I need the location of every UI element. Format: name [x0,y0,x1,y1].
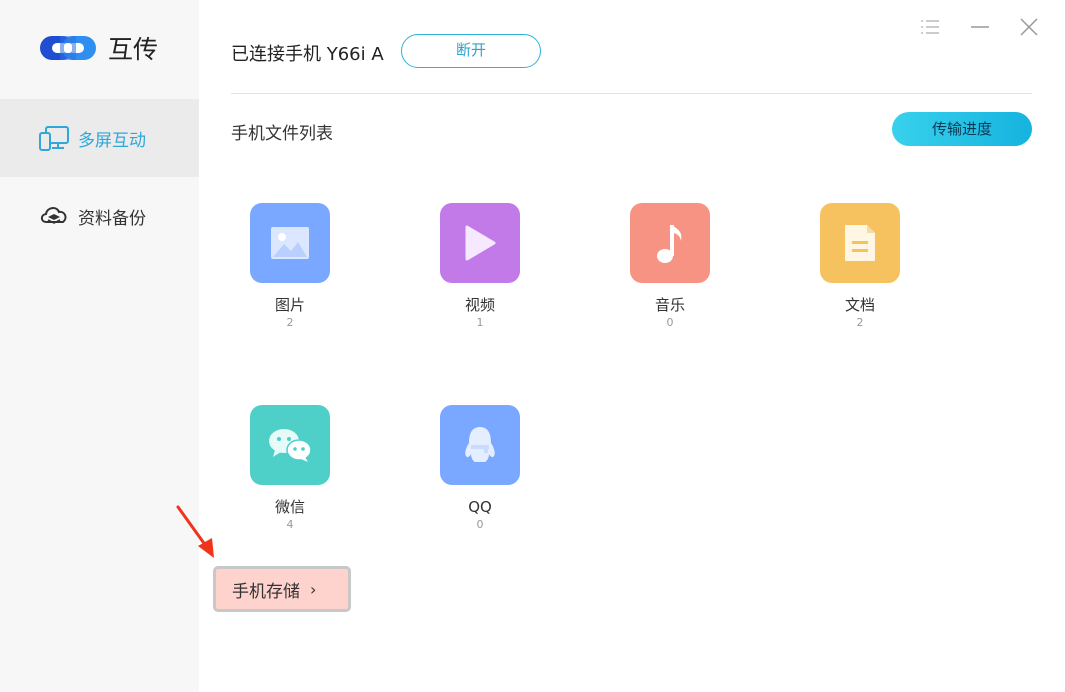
transfer-progress-button[interactable]: 传输进度 [892,112,1032,146]
app-window: 互传 多屏互动 资料备份 已连接手机 Y66i A 断开 手机文件列表 传输进度… [0,0,1065,692]
section-title: 手机文件列表 [231,124,333,144]
category-count: 0 [476,518,484,531]
category-count: 2 [286,316,294,329]
category-label: 图片 [274,296,305,314]
menu-icon[interactable] [917,14,943,40]
app-logo: 互传 [38,30,158,66]
sidebar-item-backup[interactable]: 资料备份 [0,177,199,255]
category-tile-images[interactable]: 图片 2 [230,203,350,329]
category-count: 0 [666,316,674,329]
wechat-icon [250,405,330,485]
category-count: 1 [476,316,484,329]
connection-status: 已连接手机 Y66i A [231,44,384,65]
sidebar-item-multiscreen[interactable]: 多屏互动 [0,99,199,177]
close-icon[interactable] [1016,14,1042,40]
category-tile-music[interactable]: 音乐 0 [610,203,730,329]
music-note-icon [630,203,710,283]
app-title: 互传 [108,35,159,64]
play-icon [440,203,520,283]
chevron-right-icon: › [310,579,317,599]
disconnect-button[interactable]: 断开 [401,34,541,68]
category-tile-videos[interactable]: 视频 1 [420,203,540,329]
category-tile-qq[interactable]: QQ 0 [420,405,540,531]
category-label: 文档 [844,296,875,314]
category-tile-wechat[interactable]: 微信 4 [230,405,350,531]
category-tile-documents[interactable]: 文档 2 [800,203,920,329]
category-count: 2 [856,316,864,329]
qq-penguin-icon [440,405,520,485]
category-label: QQ [468,498,492,516]
header-divider [231,93,1032,94]
sidebar-item-label: 资料备份 [78,208,146,229]
sidebar: 互传 多屏互动 资料备份 [0,0,199,692]
category-label: 视频 [464,296,495,314]
phone-storage-button[interactable]: 手机存储 › [213,566,351,612]
link-logo-icon [40,36,96,60]
document-icon [820,203,900,283]
category-label: 微信 [274,498,305,516]
category-label: 音乐 [654,296,685,314]
minimize-icon[interactable] [967,14,993,40]
annotation-arrow-icon [176,505,214,558]
phone-storage-label: 手机存储 [232,581,300,602]
image-icon [250,203,330,283]
screens-icon [39,126,69,151]
cloud-layers-icon [40,207,67,224]
sidebar-item-label: 多屏互动 [78,130,146,151]
category-count: 4 [286,518,294,531]
